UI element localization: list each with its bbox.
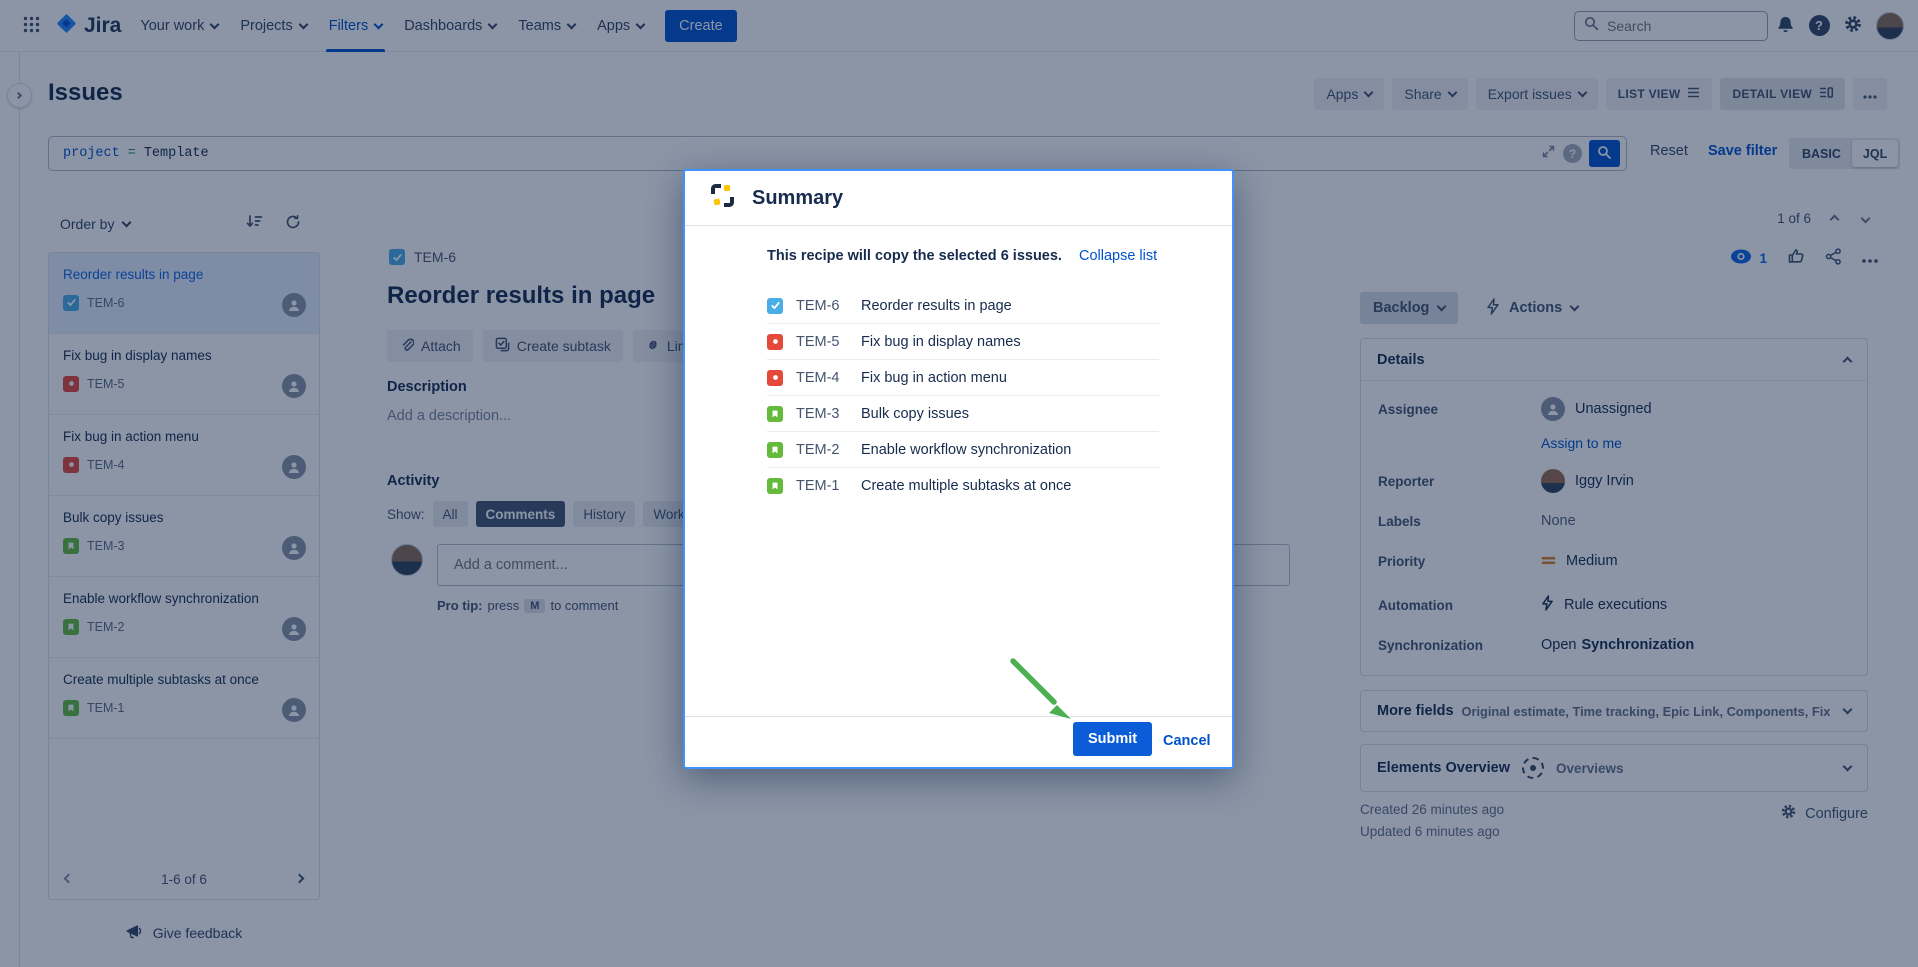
- bug-icon: [767, 334, 783, 350]
- story-icon: [767, 442, 783, 458]
- jira-issues-screen: Jira Your work Projects Filters Dashboar…: [0, 0, 1918, 967]
- task-icon: [767, 298, 783, 314]
- modal-issue-row: TEM-6 Reorder results in page: [767, 288, 1159, 324]
- modal-intro: This recipe will copy the selected 6 iss…: [767, 248, 1157, 264]
- submit-button[interactable]: Submit: [1073, 722, 1152, 756]
- modal-issue-row: TEM-3 Bulk copy issues: [767, 396, 1159, 432]
- modal-issue-row: TEM-4 Fix bug in action menu: [767, 360, 1159, 396]
- modal-intro-text: This recipe will copy the selected 6 iss…: [767, 248, 1062, 264]
- story-icon: [767, 478, 783, 494]
- modal-title: Summary: [752, 187, 843, 210]
- story-icon: [767, 406, 783, 422]
- modal-issue-row: TEM-5 Fix bug in display names: [767, 324, 1159, 360]
- bug-icon: [767, 370, 783, 386]
- modal-issue-row: TEM-1 Create multiple subtasks at once: [767, 468, 1159, 504]
- modal-header: Summary: [685, 171, 1232, 226]
- summary-modal: Summary This recipe will copy the select…: [683, 169, 1234, 769]
- cancel-button[interactable]: Cancel: [1163, 733, 1211, 749]
- modal-issue-list: TEM-6 Reorder results in page TEM-5 Fix …: [767, 288, 1159, 504]
- modal-issue-row: TEM-2 Enable workflow synchronization: [767, 432, 1159, 468]
- collapse-list-link[interactable]: Collapse list: [1079, 248, 1157, 264]
- recipe-icon: [709, 182, 736, 214]
- modal-footer-divider: [685, 716, 1232, 717]
